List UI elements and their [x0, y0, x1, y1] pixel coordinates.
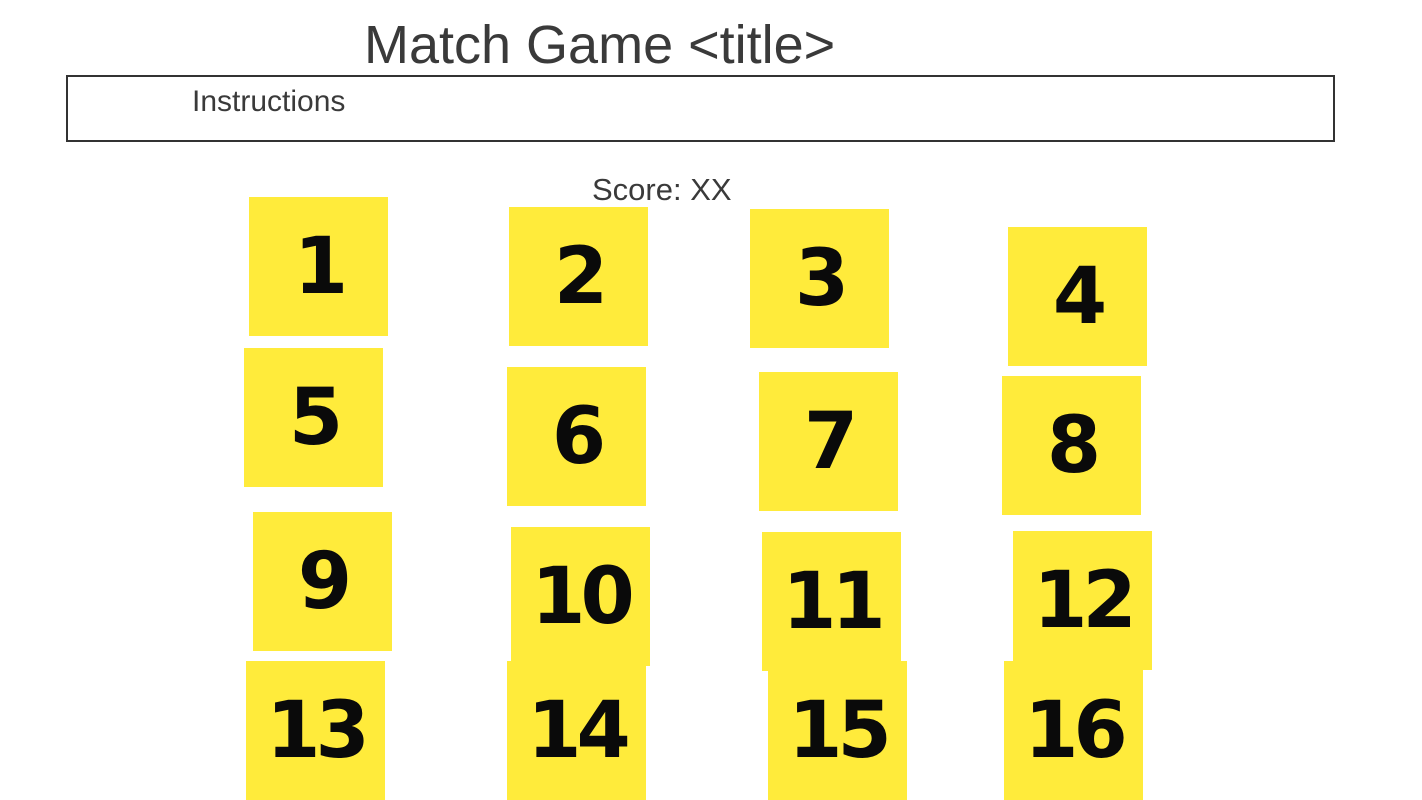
card-4[interactable]: 4 [1008, 227, 1147, 366]
card-15[interactable]: 15 [768, 661, 907, 800]
card-number: 8 [1046, 400, 1101, 491]
card-11[interactable]: 11 [762, 532, 901, 671]
card-number: 11 [782, 556, 886, 647]
instructions-label: Instructions [192, 85, 346, 118]
card-12[interactable]: 12 [1013, 531, 1152, 670]
card-number: 7 [803, 396, 858, 487]
instructions-panel: Instructions [66, 75, 1335, 142]
card-number: 14 [527, 685, 631, 776]
card-number: 6 [551, 391, 606, 482]
card-number: 2 [553, 231, 608, 322]
card-14[interactable]: 14 [507, 661, 646, 800]
card-number: 10 [531, 551, 635, 642]
card-number: 3 [794, 233, 849, 324]
card-8[interactable]: 8 [1002, 376, 1141, 515]
card-6[interactable]: 6 [507, 367, 646, 506]
card-number: 5 [288, 372, 343, 463]
card-1[interactable]: 1 [249, 197, 388, 336]
card-2[interactable]: 2 [509, 207, 648, 346]
card-3[interactable]: 3 [750, 209, 889, 348]
card-number: 16 [1024, 685, 1128, 776]
card-number: 12 [1033, 555, 1137, 646]
card-13[interactable]: 13 [246, 661, 385, 800]
score-display: Score: XX [592, 172, 732, 207]
card-number: 13 [266, 685, 370, 776]
page-title: Match Game <title> [364, 15, 836, 75]
card-number: 9 [297, 536, 352, 627]
card-7[interactable]: 7 [759, 372, 898, 511]
card-16[interactable]: 16 [1004, 661, 1143, 800]
card-number: 1 [293, 221, 348, 312]
card-number: 15 [788, 685, 892, 776]
card-9[interactable]: 9 [253, 512, 392, 651]
card-number: 4 [1052, 251, 1107, 342]
card-5[interactable]: 5 [244, 348, 383, 487]
card-10[interactable]: 10 [511, 527, 650, 666]
